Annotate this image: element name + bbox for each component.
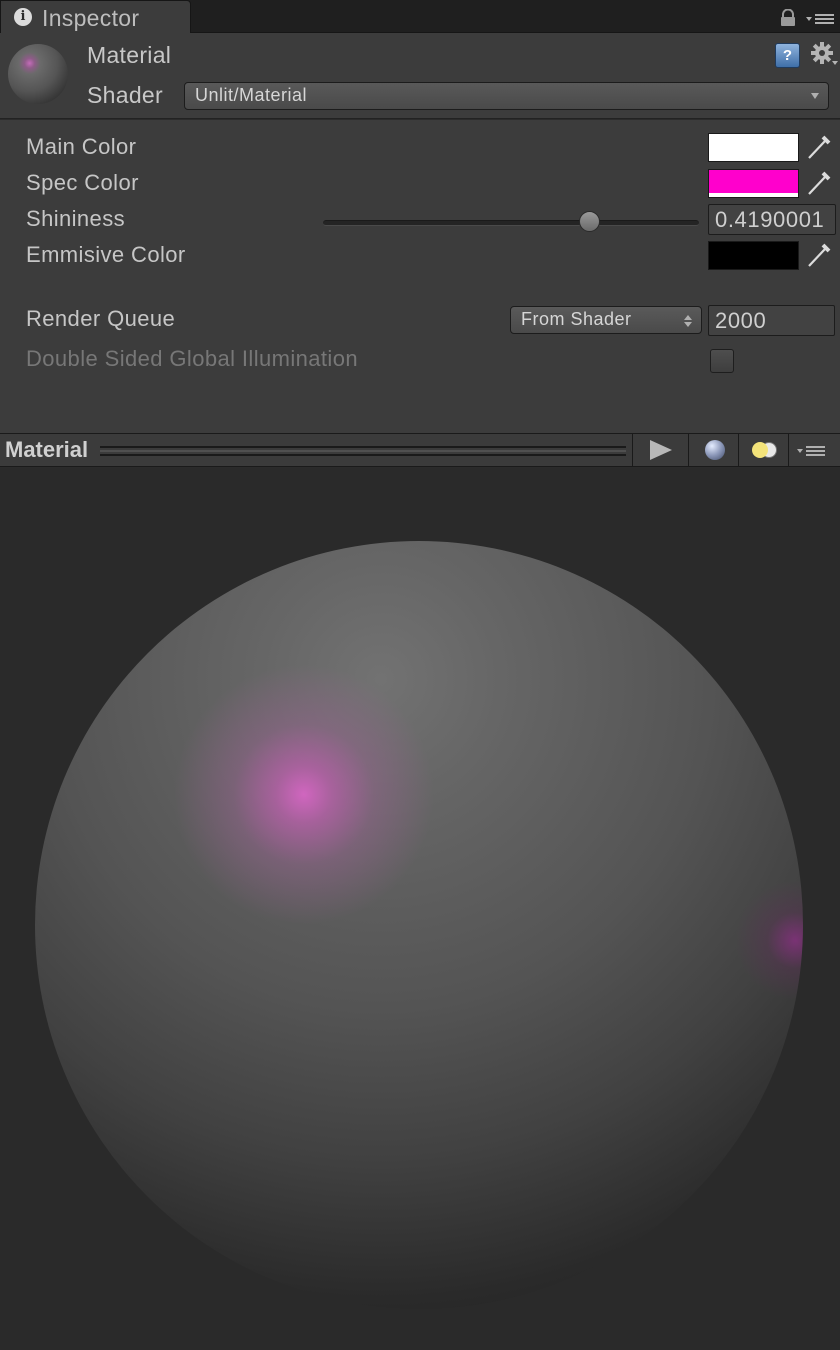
eyedropper-icon[interactable] [805, 169, 833, 197]
tab-inspector[interactable]: i Inspector [0, 0, 191, 33]
eyedropper-icon[interactable] [805, 241, 833, 269]
alpha-bar [709, 193, 798, 197]
main-color-label: Main Color [26, 134, 137, 159]
render-queue-label: Render Queue [26, 306, 176, 331]
emissive-color-swatch[interactable] [708, 241, 799, 270]
double-sided-gi-label: Double Sided Global Illumination [26, 346, 358, 371]
help-icon[interactable]: ? [775, 43, 800, 68]
lock-icon[interactable] [779, 9, 797, 27]
preview-menu-button[interactable] [788, 434, 840, 466]
up-down-arrows-icon [684, 315, 692, 327]
shader-dropdown-value: Unlit/Material [195, 85, 308, 105]
eyedropper-icon[interactable] [805, 133, 833, 161]
shininess-value-field[interactable]: 0.4190001 [708, 204, 836, 235]
gear-icon[interactable] [810, 41, 840, 69]
tab-menu-icon[interactable] [806, 12, 834, 26]
preview-drag-grip[interactable] [100, 446, 626, 456]
chevron-down-icon [811, 93, 819, 99]
double-sided-gi-checkbox[interactable] [710, 349, 734, 373]
main-color-swatch[interactable] [708, 133, 799, 162]
preview-sphere[interactable] [35, 541, 803, 1309]
preview-mesh-button[interactable] [688, 434, 738, 466]
render-queue-value-field[interactable]: 2000 [708, 305, 835, 336]
tab-bar: i Inspector [0, 0, 840, 33]
info-icon: i [14, 8, 32, 26]
material-properties: Main Color Spec Color Shininess 0.419000… [0, 120, 840, 433]
emissive-color-label: Emmisive Color [26, 242, 186, 267]
shader-label: Shader [87, 82, 163, 108]
shininess-slider-track[interactable] [323, 220, 699, 226]
shader-dropdown[interactable]: Unlit/Material [184, 82, 829, 110]
material-title: Material [87, 42, 172, 68]
material-preview[interactable] [0, 468, 840, 1350]
material-thumbnail [8, 44, 68, 104]
menu-icon [797, 446, 825, 456]
render-queue-mode: From Shader [521, 309, 632, 329]
material-header: Material Shader Unlit/Material ? [0, 33, 840, 119]
preview-lighting-button[interactable] [738, 434, 788, 466]
spec-color-label: Spec Color [26, 170, 139, 195]
light-icon [752, 442, 768, 458]
spec-color-swatch[interactable] [708, 169, 799, 198]
preview-header: Material [0, 433, 840, 467]
render-queue-mode-popup[interactable]: From Shader [510, 306, 702, 334]
shininess-slider-thumb[interactable] [578, 211, 600, 232]
tab-label: Inspector [42, 5, 140, 31]
sphere-icon [705, 440, 725, 460]
play-icon [650, 440, 672, 460]
shininess-label: Shininess [26, 206, 125, 231]
preview-title: Material [5, 437, 89, 462]
play-preview-button[interactable] [632, 434, 688, 466]
